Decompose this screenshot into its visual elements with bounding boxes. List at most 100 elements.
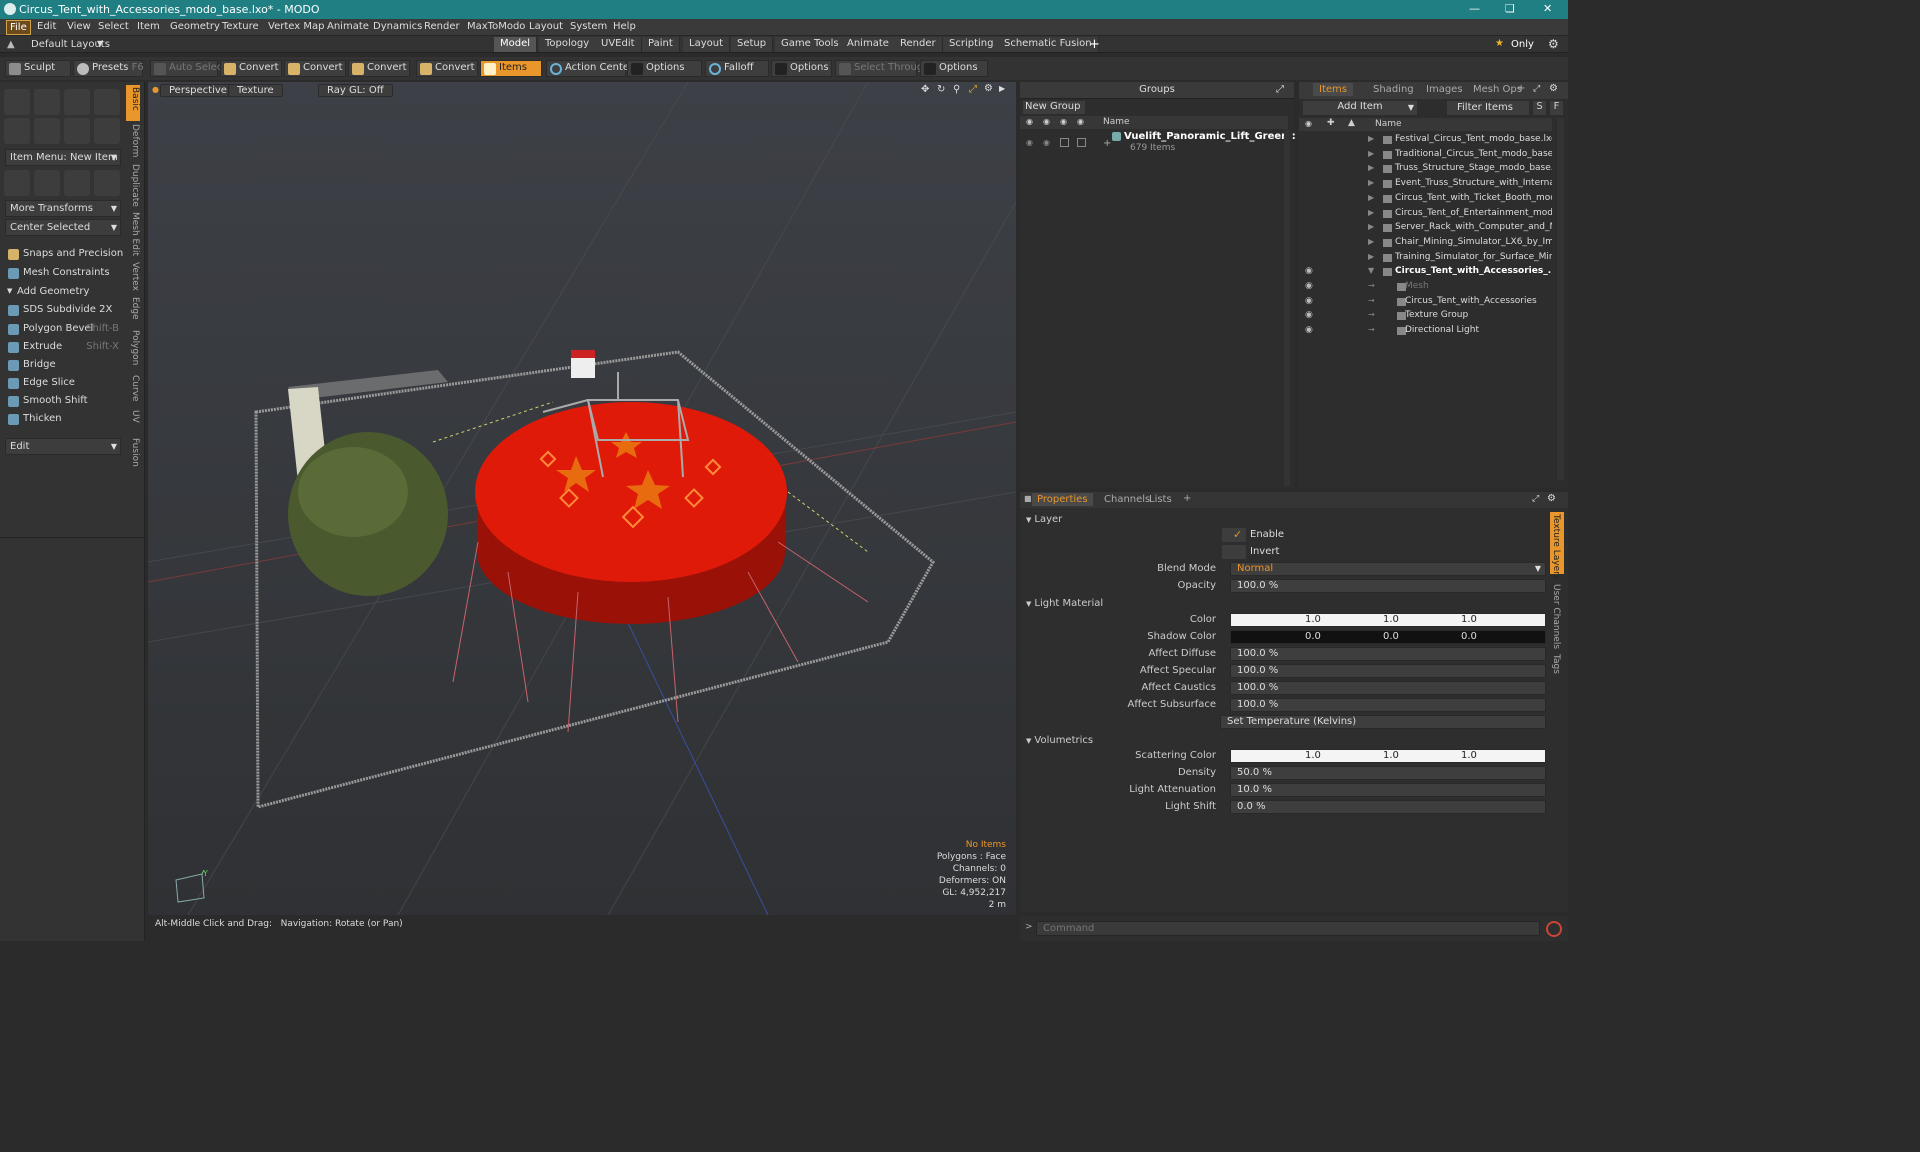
tree-line-icon[interactable]: → xyxy=(1368,281,1375,290)
expand-arrow-icon[interactable]: ▶ xyxy=(1368,149,1374,158)
menu-select[interactable]: Select xyxy=(98,21,129,32)
menu-edit[interactable]: Edit xyxy=(37,21,56,32)
cube-icon[interactable] xyxy=(4,89,30,115)
panel-menu-icon[interactable]: ■ xyxy=(1024,494,1032,503)
tab-uvedit[interactable]: UVEdit xyxy=(595,37,642,52)
side-tab-user-channels[interactable]: User Channels xyxy=(1551,584,1561,649)
expand-arrow-icon[interactable]: ▶ xyxy=(1368,208,1374,217)
item-row[interactable]: ◉ → Directional Light xyxy=(1299,324,1552,338)
eye-icon[interactable]: ◉ xyxy=(1305,296,1313,306)
eye-icon[interactable]: ◉ xyxy=(1026,138,1033,147)
tab-setup[interactable]: Setup xyxy=(731,37,774,52)
falloff-options-button[interactable]: Options xyxy=(771,60,832,77)
side-tab-vertex[interactable]: Vertex xyxy=(127,262,140,291)
eye-icon[interactable]: ◉ xyxy=(1305,266,1313,276)
item-row[interactable]: ▶ Server_Rack_with_Computer_and_M... xyxy=(1299,221,1552,235)
expand-arrow-icon[interactable]: ▶ xyxy=(1368,193,1374,202)
item-row[interactable]: ◉ → Circus_Tent_with_Accessories xyxy=(1299,295,1552,309)
tree-line-icon[interactable]: → xyxy=(1368,325,1375,334)
menu-texture[interactable]: Texture xyxy=(222,21,259,32)
gear-icon[interactable]: ⚙ xyxy=(1548,37,1559,51)
record-icon[interactable] xyxy=(1546,921,1562,937)
side-tab-edge[interactable]: Edge xyxy=(127,297,140,320)
expand-panel-icon[interactable]: ⤢ xyxy=(1532,494,1539,504)
menu-render[interactable]: Render xyxy=(424,21,460,32)
affect-subsurface-field[interactable]: 100.0 % xyxy=(1230,698,1546,712)
maximize-icon[interactable]: ❏ xyxy=(1505,2,1515,15)
sds-subdivide-button[interactable]: SDS Subdivide 2X xyxy=(5,302,121,319)
chevron-down-icon[interactable]: ▼ xyxy=(97,39,103,48)
opacity-field[interactable]: 100.0 % xyxy=(1230,579,1546,593)
lock-checkbox[interactable] xyxy=(1060,138,1069,147)
volumetrics-section[interactable]: ▼ Volumetrics xyxy=(1026,735,1093,746)
text-tool-icon[interactable] xyxy=(94,118,120,144)
smooth-shift-button[interactable]: Smooth Shift xyxy=(5,393,121,410)
snaps-button[interactable]: Snaps and Precision xyxy=(5,246,123,263)
globe-icon[interactable] xyxy=(64,170,90,196)
side-tab-basic[interactable]: Basic xyxy=(127,87,140,111)
item-row[interactable]: ▶ Event_Truss_Structure_with_Interna... xyxy=(1299,177,1552,191)
expand-arrow-icon[interactable]: ▶ xyxy=(1368,252,1374,261)
group-row[interactable]: ◉ ◉ + Vuelift_Panoramic_Lift_Green : ...… xyxy=(1020,130,1311,156)
new-group-button[interactable]: New Group xyxy=(1023,101,1085,114)
cone-icon[interactable] xyxy=(94,89,120,115)
menu-view[interactable]: View xyxy=(67,21,91,32)
menu-dynamics[interactable]: Dynamics xyxy=(373,21,422,32)
edit-dropdown[interactable]: Edit ▼ xyxy=(5,438,121,455)
side-tab-fusion[interactable]: Fusion xyxy=(127,438,140,467)
select-through-button[interactable]: Select Through xyxy=(835,60,930,77)
groups-scrollbar[interactable] xyxy=(1284,130,1290,486)
tab-channels[interactable]: Channels xyxy=(1104,494,1150,505)
filter-toggle[interactable]: F xyxy=(1550,101,1563,115)
thicken-button[interactable]: Thicken xyxy=(5,411,121,428)
menu-layout[interactable]: Layout xyxy=(529,21,563,32)
more-transforms-dropdown[interactable]: More Transforms ▼ xyxy=(5,200,121,217)
pyramid-icon[interactable] xyxy=(94,170,120,196)
item-row[interactable]: ▶ Truss_Structure_Stage_modo_base.lxo xyxy=(1299,162,1552,176)
menu-system[interactable]: System xyxy=(570,21,607,32)
item-row[interactable]: ▶ Festival_Circus_Tent_modo_base.lxo* xyxy=(1299,133,1552,147)
expand-arrow-icon[interactable]: ▶ xyxy=(1368,163,1374,172)
grid-icon[interactable] xyxy=(34,170,60,196)
add-tab-icon[interactable]: + xyxy=(1517,83,1525,94)
side-tab-duplicate[interactable]: Duplicate xyxy=(127,164,140,207)
tab-model[interactable]: Model xyxy=(494,37,538,52)
tab-topology[interactable]: Topology xyxy=(539,37,597,52)
convert-item-button[interactable]: Convert xyxy=(416,60,478,77)
close-icon[interactable]: ✕ xyxy=(1543,2,1552,15)
light-shift-field[interactable]: 0.0 % xyxy=(1230,800,1546,814)
sculpt-button[interactable]: Sculpt xyxy=(5,60,71,77)
side-tab-curve[interactable]: Curve xyxy=(127,375,140,402)
extrude-button[interactable]: Extrude Shift-X xyxy=(5,339,121,356)
invert-checkbox[interactable] xyxy=(1222,545,1246,559)
expand-arrow-icon[interactable]: ▶ xyxy=(1368,222,1374,231)
tab-mesh-ops[interactable]: Mesh Ops xyxy=(1473,84,1522,95)
affect-diffuse-field[interactable]: 100.0 % xyxy=(1230,647,1546,661)
blend-mode-dropdown[interactable]: Normal ▼ xyxy=(1230,562,1546,576)
edge-slice-button[interactable]: Edge Slice xyxy=(5,375,121,392)
affect-specular-field[interactable]: 100.0 % xyxy=(1230,664,1546,678)
scattering-color-field[interactable]: 1.0 1.0 1.0 xyxy=(1230,749,1546,763)
expand-arrow-icon[interactable]: ▶ xyxy=(1368,237,1374,246)
affect-caustics-field[interactable]: 100.0 % xyxy=(1230,681,1546,695)
tab-animate[interactable]: Animate xyxy=(841,37,896,52)
expand-panel-icon[interactable]: ⤢ xyxy=(1533,84,1540,94)
add-tab-icon[interactable]: + xyxy=(1183,493,1191,504)
item-row[interactable]: ◉ → Mesh xyxy=(1299,280,1552,294)
item-row[interactable]: ◉ ▼ Circus_Tent_with_Accessories_... xyxy=(1299,265,1552,279)
item-row[interactable]: ▶ Traditional_Circus_Tent_modo_base.lxo xyxy=(1299,148,1552,162)
menu-help[interactable]: Help xyxy=(613,21,636,32)
falloff-button[interactable]: Falloff xyxy=(705,60,769,77)
3d-viewport[interactable]: ● Perspective Texture Ray GL: Off ✥ ↻ ⚲ … xyxy=(148,82,1016,915)
side-tab-texture-layers[interactable]: Texture Layers xyxy=(1551,514,1561,580)
capsule-icon[interactable] xyxy=(34,118,60,144)
action-center-button[interactable]: Action Center xyxy=(546,60,633,77)
menu-animate[interactable]: Animate xyxy=(327,21,369,32)
tab-items[interactable]: Items xyxy=(1313,83,1353,96)
item-menu-dropdown[interactable]: Item Menu: New Item ▼ xyxy=(5,149,121,166)
convert-edge-button[interactable]: Convert xyxy=(284,60,346,77)
only-toggle[interactable]: Only xyxy=(1511,39,1534,50)
eye-icon[interactable]: ◉ xyxy=(1305,325,1313,335)
eye-icon[interactable]: ◉ xyxy=(1305,310,1313,320)
render-icon[interactable]: ◉ xyxy=(1043,138,1050,147)
